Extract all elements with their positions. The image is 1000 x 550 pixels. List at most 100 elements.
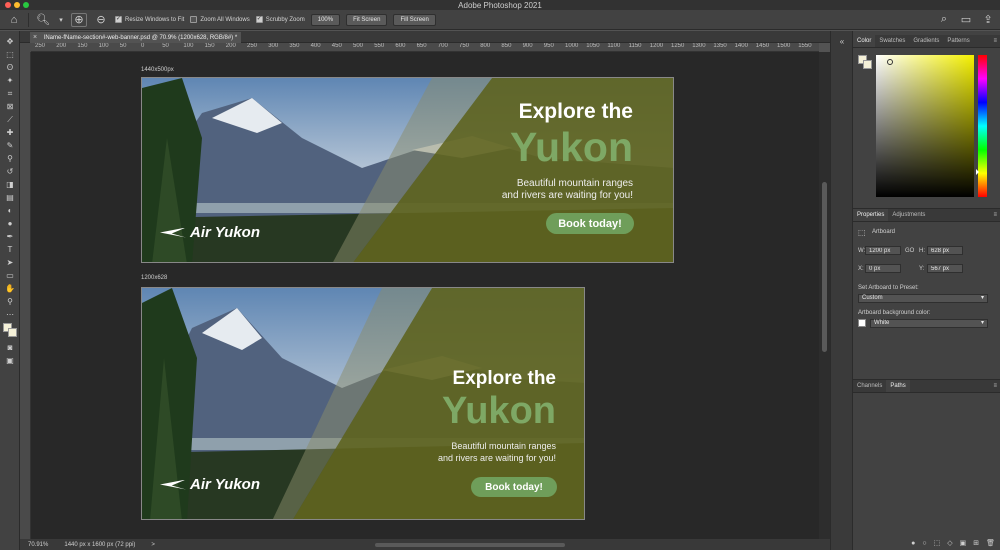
height-field[interactable] <box>927 246 963 255</box>
workspace-icon[interactable]: ▭ <box>958 13 974 27</box>
make-path-icon[interactable]: ◇ <box>947 539 952 547</box>
ruler-label: 0 <box>141 43 145 49</box>
height-label: H: <box>919 248 925 254</box>
link-dimensions-icon[interactable]: GO <box>905 248 914 254</box>
eraser-tool-icon[interactable]: ◨ <box>0 178 20 191</box>
tab-properties[interactable]: Properties <box>853 209 889 221</box>
fit-screen-button[interactable]: Fit Screen <box>346 13 388 26</box>
horizontal-ruler[interactable]: 250 200 150 100 50 0 50 100 150 200 250 300 350 400 45… <box>31 43 819 52</box>
pen-tool-icon[interactable]: ✒ <box>0 230 20 243</box>
tab-paths[interactable]: Paths <box>886 380 910 392</box>
scrubby-zoom-checkbox[interactable]: ✓ Scrubby Zoom <box>255 16 305 23</box>
status-menu-arrow[interactable]: > <box>151 542 155 548</box>
close-icon[interactable]: × <box>33 34 37 41</box>
close-window-button[interactable] <box>5 2 11 8</box>
zoom-100-button[interactable]: 100% <box>310 13 341 26</box>
status-bar: 70.91% 1440 px x 1600 px (72 ppi) > <box>20 539 830 550</box>
more-tools-icon[interactable]: ⋯ <box>0 308 20 321</box>
crop-tool-icon[interactable]: ⌗ <box>0 87 20 100</box>
tab-gradients[interactable]: Gradients <box>909 35 943 47</box>
maximize-window-button[interactable] <box>23 2 29 8</box>
magic-wand-tool-icon[interactable]: ✦ <box>0 74 20 87</box>
document-tab-title: lName-fName-section#-web-banner.psd @ 70… <box>44 34 238 41</box>
document-tab[interactable]: × lName-fName-section#-web-banner.psd @ … <box>30 32 242 43</box>
tab-swatches[interactable]: Swatches <box>875 35 909 47</box>
artboard-1440[interactable]: Explore the Yukon Beautiful mountain ran… <box>141 77 674 263</box>
hue-slider[interactable] <box>976 55 987 197</box>
healing-brush-tool-icon[interactable]: ✚ <box>0 126 20 139</box>
color-field[interactable] <box>876 55 974 197</box>
background-color-swatch[interactable] <box>858 319 866 327</box>
share-icon[interactable]: ⇪ <box>980 13 996 27</box>
ruler-corner <box>20 43 31 52</box>
ruler-label: 350 <box>289 43 300 49</box>
move-tool-icon[interactable]: ✥ <box>0 35 20 48</box>
new-path-icon[interactable]: ⊞ <box>973 539 979 547</box>
book-today-button[interactable]: Book today! <box>546 213 634 234</box>
screen-mode-icon[interactable]: ▣ <box>0 354 20 367</box>
history-brush-tool-icon[interactable]: ↺ <box>0 165 20 178</box>
background-color[interactable] <box>8 328 17 337</box>
tab-color[interactable]: Color <box>853 35 876 47</box>
stamp-tool-icon[interactable]: ⚲ <box>0 152 20 165</box>
zoom-tool-icon[interactable]: 🔍︎ <box>35 13 51 27</box>
blur-tool-icon[interactable]: ◐ <box>0 204 20 217</box>
scrollbar-thumb[interactable] <box>822 182 827 352</box>
panel-menu-icon[interactable]: ≡ <box>989 380 1000 392</box>
tab-channels[interactable]: Channels <box>853 380 886 392</box>
eyedropper-tool-icon[interactable]: ⟋ <box>0 113 20 126</box>
fill-screen-button[interactable]: Fill Screen <box>393 13 436 26</box>
zoom-level[interactable]: 70.91% <box>28 542 48 548</box>
delete-path-icon[interactable]: 🗑︎ <box>986 539 995 547</box>
collapse-panels-icon[interactable]: « <box>831 35 853 48</box>
lasso-tool-icon[interactable]: ʘ <box>0 61 20 74</box>
color-picker-cursor[interactable] <box>887 59 893 65</box>
width-field[interactable] <box>865 246 901 255</box>
background-color-select[interactable]: White ▾ <box>870 319 988 328</box>
load-selection-icon[interactable]: ⬚ <box>934 539 941 547</box>
dodge-tool-icon[interactable]: ● <box>0 217 20 230</box>
x-field[interactable] <box>865 264 901 273</box>
tab-patterns[interactable]: Patterns <box>943 35 973 47</box>
path-selection-tool-icon[interactable]: ➤ <box>0 256 20 269</box>
zoom-in-icon[interactable]: ⊕ <box>71 12 87 27</box>
vertical-scrollbar[interactable] <box>819 52 830 539</box>
vertical-ruler[interactable] <box>20 52 31 539</box>
book-today-button[interactable]: Book today! <box>471 477 557 497</box>
panel-menu-icon[interactable]: ≡ <box>989 35 1000 47</box>
horizontal-scrollbar[interactable] <box>375 543 565 547</box>
hand-tool-icon[interactable]: ✋ <box>0 282 20 295</box>
banner-yukon-text: Yukon <box>441 390 556 432</box>
preset-select[interactable]: Custom ▾ <box>858 294 988 303</box>
frame-tool-icon[interactable]: ⊠ <box>0 100 20 113</box>
search-icon[interactable]: ⌕ <box>936 13 952 27</box>
marquee-tool-icon[interactable]: ⬚ <box>0 48 20 61</box>
stroke-path-icon[interactable]: ○ <box>922 540 926 547</box>
ruler-label: 1200 <box>649 43 664 49</box>
color-swatches[interactable] <box>0 321 19 341</box>
tab-adjustments[interactable]: Adjustments <box>888 209 929 221</box>
fill-path-icon[interactable]: ● <box>911 540 915 547</box>
quick-mask-icon[interactable]: ◙ <box>0 341 20 354</box>
canvas-area[interactable]: 1440x500px Explore the Yukon Beautiful m… <box>31 52 819 539</box>
minimize-window-button[interactable] <box>14 2 20 8</box>
ruler-label: 850 <box>501 43 512 49</box>
y-field[interactable] <box>927 264 963 273</box>
background-swatch[interactable] <box>863 60 872 69</box>
home-icon[interactable]: ⌂ <box>6 13 22 27</box>
ruler-label: 1550 <box>798 43 812 49</box>
artboard-1200[interactable]: Explore the Yukon Beautiful mountain ran… <box>141 287 585 520</box>
gradient-tool-icon[interactable]: ▤ <box>0 191 20 204</box>
zoom-out-icon[interactable]: ⊖ <box>93 13 109 27</box>
hue-slider-handle[interactable] <box>976 169 979 175</box>
panel-menu-icon[interactable]: ≡ <box>989 209 1000 221</box>
zoom-all-windows-checkbox[interactable]: Zoom All Windows <box>190 16 250 23</box>
type-tool-icon[interactable]: T <box>0 243 20 256</box>
chevron-down-icon[interactable]: ▾ <box>57 13 65 27</box>
add-mask-icon[interactable]: ▣ <box>960 539 967 547</box>
resize-windows-checkbox[interactable]: ✓ Resize Windows to Fit <box>115 16 184 23</box>
ruler-label: 1100 <box>607 43 621 49</box>
brush-tool-icon[interactable]: ✎ <box>0 139 20 152</box>
shape-tool-icon[interactable]: ▭ <box>0 269 20 282</box>
zoom-tool-sidebar-icon[interactable]: ⚲ <box>0 295 20 308</box>
